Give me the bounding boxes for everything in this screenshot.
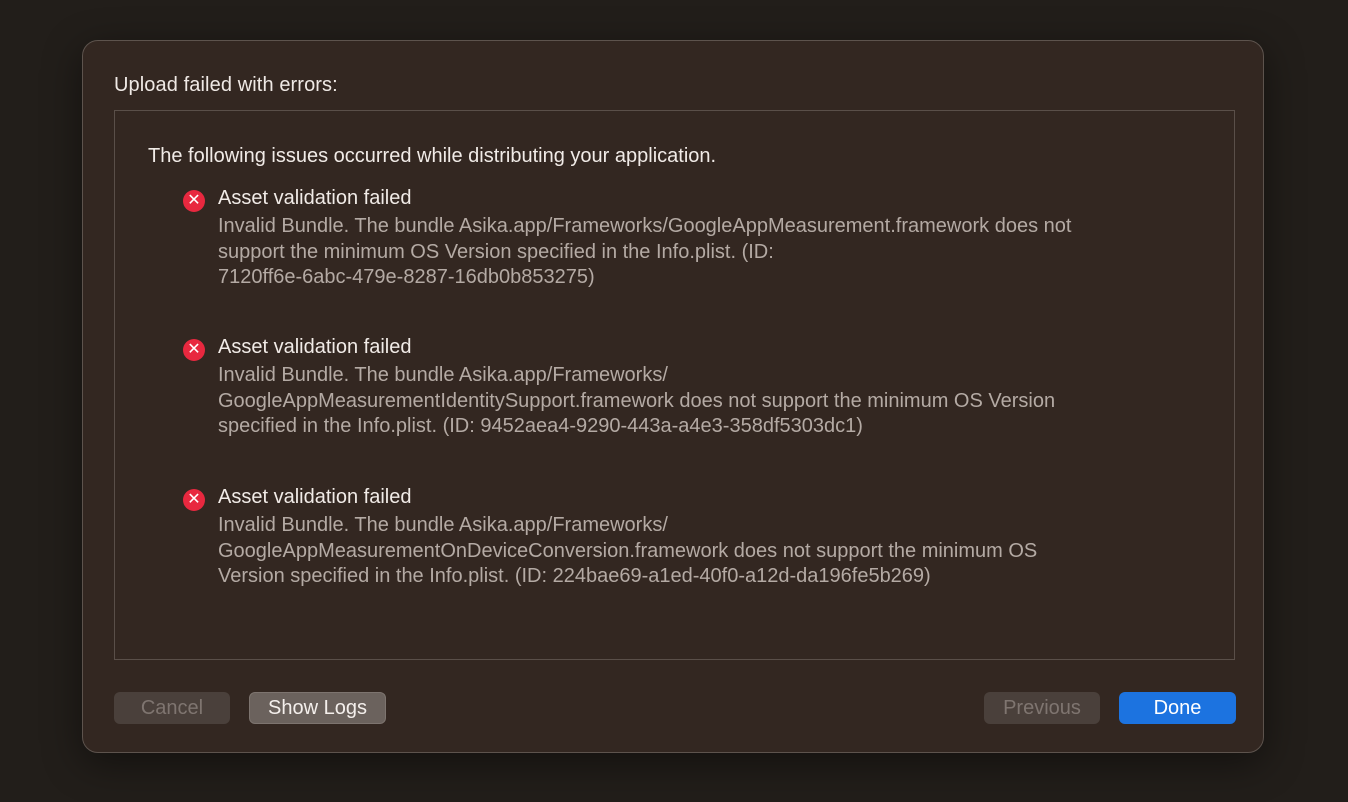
issue-description: Invalid Bundle. The bundle Asika.app/Fra… (218, 513, 1037, 590)
issue-description-line: GoogleAppMeasurementOnDeviceConversion.f… (218, 539, 1038, 562)
done-button[interactable]: Done (1119, 692, 1236, 724)
error-icon: ✕ (183, 339, 205, 361)
previous-button[interactable]: Previous (984, 692, 1100, 724)
issues-intro: The following issues occurred while dist… (148, 145, 717, 167)
upload-errors-dialog: Upload failed with errors: The following… (82, 40, 1264, 753)
show-logs-button[interactable]: Show Logs (249, 692, 386, 724)
issue-description-line: Version specified in the Info.plist. (ID… (218, 565, 931, 587)
issue-description-line: Invalid Bundle. The bundle Asika.app/Fra… (218, 215, 1072, 237)
issue-description: Invalid Bundle. The bundle Asika.app/Fra… (218, 214, 1071, 291)
error-icon: ✕ (183, 190, 205, 212)
issue-description-line: 7120ff6e-6abc-479e-8287-16db0b853275) (218, 266, 595, 288)
issue-title: Asset validation failed (218, 187, 412, 209)
issue-description-line: Invalid Bundle. The bundle Asika.app/Fra… (218, 514, 668, 536)
issue-description-line: support the minimum OS Version specified… (218, 240, 774, 263)
issue-description-line: specified in the Info.plist. (ID: 9452ae… (218, 415, 863, 437)
issues-panel: The following issues occurred while dist… (114, 110, 1235, 660)
issue-title: Asset validation failed (218, 336, 412, 358)
issue-description: Invalid Bundle. The bundle Asika.app/Fra… (218, 363, 1055, 440)
issue-title: Asset validation failed (218, 486, 412, 508)
error-icon: ✕ (183, 489, 205, 511)
issue-description-line: Invalid Bundle. The bundle Asika.app/Fra… (218, 364, 668, 386)
issue-description-line: GoogleAppMeasurementIdentitySupport.fram… (218, 389, 1056, 412)
cancel-button[interactable]: Cancel (114, 692, 230, 724)
dialog-title: Upload failed with errors: (114, 74, 338, 96)
